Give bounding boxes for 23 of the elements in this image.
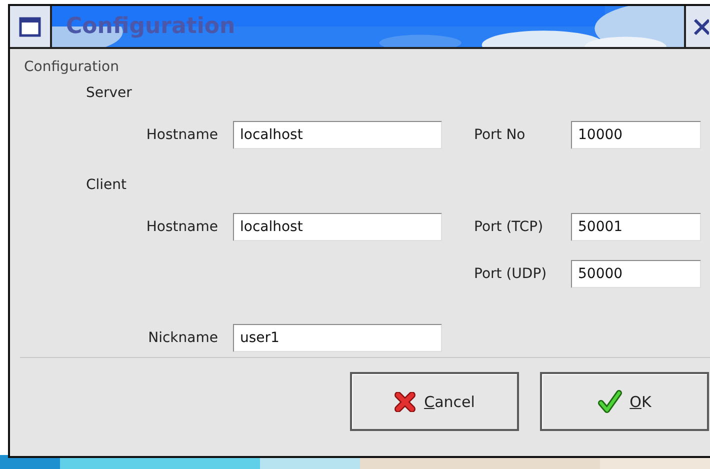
input-field[interactable]: 50001	[571, 213, 701, 241]
window-menu-button[interactable]	[10, 6, 52, 47]
ok-button[interactable]: OK	[540, 372, 709, 431]
section-title: Server	[86, 85, 132, 101]
input-field[interactable]: localhost	[233, 213, 442, 241]
cancel-button[interactable]: Cancel	[350, 372, 519, 431]
field-label: Port (TCP)	[474, 219, 544, 235]
input-field[interactable]: user1	[233, 324, 442, 352]
input-field[interactable]: 10000	[571, 121, 701, 149]
field-label: Port No	[474, 127, 526, 143]
group-title: Configuration	[24, 59, 119, 75]
field-label: Hostname	[146, 127, 218, 143]
close-icon	[693, 18, 709, 36]
field-label: Nickname	[148, 330, 218, 346]
window-title: Configuration	[66, 14, 236, 39]
input-field[interactable]: localhost	[233, 121, 442, 149]
checkmark-icon	[598, 390, 622, 414]
section-title: Client	[86, 177, 127, 193]
window-icon	[19, 16, 41, 36]
cross-icon	[394, 392, 416, 412]
field-label: Port (UDP)	[474, 266, 547, 282]
input-field[interactable]: 50000	[571, 260, 701, 288]
field-label: Hostname	[146, 219, 218, 235]
